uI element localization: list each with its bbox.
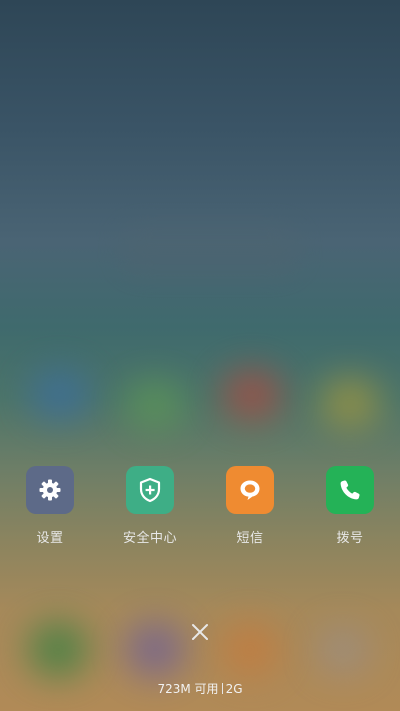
blurred-wallpaper-icon <box>222 370 282 420</box>
blurred-dock-icon <box>318 628 368 673</box>
recent-app-dialer[interactable]: 拨号 <box>300 466 400 546</box>
blurred-wallpaper-icon <box>30 370 90 420</box>
message-bubble-icon[interactable] <box>226 466 274 514</box>
recent-app-messages[interactable]: 短信 <box>200 466 300 546</box>
app-label: 设置 <box>36 531 64 546</box>
blurred-wallpaper-clock <box>120 225 300 275</box>
blurred-wallpaper-icon <box>320 378 380 428</box>
recent-app-security-center[interactable]: 安全中心 <box>100 466 200 546</box>
app-label: 安全中心 <box>122 531 177 546</box>
clear-all-button[interactable] <box>188 620 212 644</box>
recent-app-settings[interactable]: 设置 <box>0 466 100 546</box>
memory-divider <box>221 683 223 694</box>
recent-apps-row: 设置 安全中心 短信 拨号 <box>0 466 400 556</box>
gear-icon[interactable] <box>26 466 74 514</box>
blurred-dock-icon <box>125 622 185 677</box>
recent-apps-screen: 设置 安全中心 短信 拨号 723M 可用 2G <box>0 0 400 711</box>
close-icon[interactable] <box>191 623 209 641</box>
shield-plus-icon[interactable] <box>126 466 174 514</box>
blurred-dock-icon <box>28 622 88 677</box>
blurred-dock-icon <box>220 622 280 677</box>
memory-total: 2G <box>225 682 243 696</box>
app-label: 短信 <box>236 531 264 546</box>
blurred-wallpaper-icon <box>125 380 185 430</box>
memory-status: 723M 可用 2G <box>0 680 400 697</box>
phone-icon[interactable] <box>326 466 374 514</box>
app-label: 拨号 <box>336 531 364 546</box>
memory-available: 723M 可用 <box>157 682 219 696</box>
